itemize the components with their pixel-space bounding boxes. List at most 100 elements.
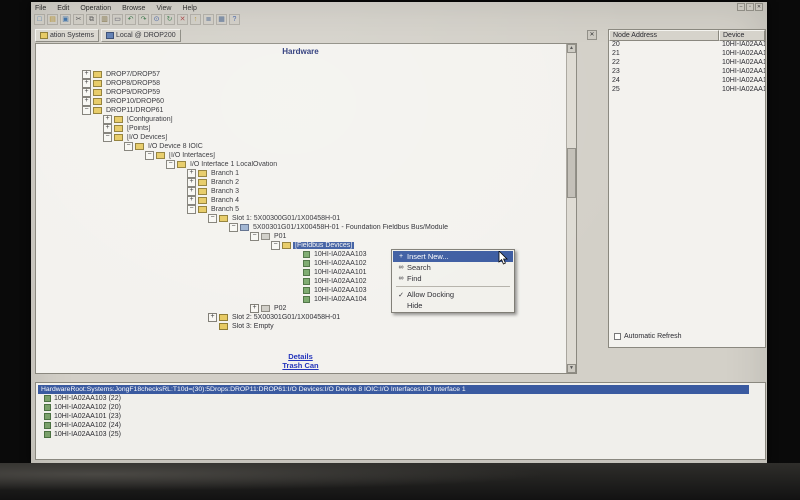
- tab-systems[interactable]: ation Systems: [35, 29, 99, 42]
- expand-toggle-icon[interactable]: −: [124, 142, 133, 151]
- table-row[interactable]: 2210HI-IA02AA103: [609, 59, 765, 68]
- column-header-device[interactable]: Device: [719, 30, 765, 41]
- list-item[interactable]: 10HI-IA02AA103 (22): [38, 394, 763, 403]
- trash-can-link[interactable]: Trash Can: [36, 361, 565, 370]
- copy-icon[interactable]: ⧉: [86, 14, 97, 25]
- expand-toggle-icon[interactable]: +: [187, 196, 196, 205]
- new-icon[interactable]: □: [34, 14, 45, 25]
- tree-item[interactable]: +[Configuration]: [36, 115, 565, 124]
- tree-item[interactable]: +DROP8/DROP58: [36, 79, 565, 88]
- menu-edit[interactable]: Edit: [56, 5, 70, 12]
- tree-view-icon[interactable]: ≣: [203, 14, 214, 25]
- tree-item[interactable]: Slot 3: Empty: [36, 322, 565, 331]
- table-row[interactable]: 2510HI-IA02AA103: [609, 86, 765, 95]
- list-item[interactable]: 10HI-IA02AA102 (20): [38, 403, 763, 412]
- tree-item[interactable]: +Slot 2: 5X00301G01/1X00458H-01: [36, 313, 565, 322]
- context-menu-item-allow-docking[interactable]: ✓Allow Docking: [393, 289, 513, 300]
- undo-icon[interactable]: ↶: [125, 14, 136, 25]
- print-icon[interactable]: ▭: [112, 14, 123, 25]
- open-icon[interactable]: ▤: [47, 14, 58, 25]
- tree-item[interactable]: +Branch 2: [36, 178, 565, 187]
- maximize-button[interactable]: ▫: [746, 3, 754, 11]
- expand-toggle-icon[interactable]: −: [250, 232, 259, 241]
- tree-item[interactable]: +Branch 1: [36, 169, 565, 178]
- refresh-icon[interactable]: ↻: [164, 14, 175, 25]
- expand-toggle-icon[interactable]: +: [103, 124, 112, 133]
- table-row[interactable]: 2410HI-IA02AA102: [609, 77, 765, 86]
- expand-toggle-icon[interactable]: −: [271, 241, 280, 250]
- expand-toggle-icon[interactable]: +: [208, 313, 217, 322]
- tree-item[interactable]: −Branch 5: [36, 205, 565, 214]
- redo-icon[interactable]: ↷: [138, 14, 149, 25]
- close-button[interactable]: ✕: [755, 3, 763, 11]
- up-level-icon[interactable]: ↑: [190, 14, 201, 25]
- menu-file[interactable]: File: [34, 5, 47, 12]
- tree-item[interactable]: + DROP9/DROP59: [36, 88, 565, 97]
- tree-footer-links: Details Trash Can: [36, 352, 565, 370]
- expand-toggle-icon[interactable]: +: [82, 70, 91, 79]
- context-menu-item-hide[interactable]: Hide: [393, 300, 513, 311]
- tab-local-drop[interactable]: Local @ DROP200: [101, 29, 181, 42]
- panel-close-icon[interactable]: ✕: [587, 30, 597, 40]
- table-row[interactable]: 2110HI-IA02AA101: [609, 50, 765, 59]
- context-menu-item-search[interactable]: ∞Search: [393, 262, 513, 273]
- expand-toggle-icon[interactable]: −: [103, 133, 112, 142]
- tree-item[interactable]: −[I/O Interfaces]: [36, 151, 565, 160]
- scroll-down-icon[interactable]: ▼: [567, 364, 576, 373]
- delete-icon[interactable]: ✕: [177, 14, 188, 25]
- scroll-up-icon[interactable]: ▲: [567, 44, 576, 53]
- expand-toggle-icon[interactable]: +: [103, 115, 112, 124]
- expand-toggle-icon[interactable]: −: [145, 151, 154, 160]
- tree-item[interactable]: −Slot 1: 5X00300G01/1X00458H-01: [36, 214, 565, 223]
- expand-toggle-icon[interactable]: +: [82, 79, 91, 88]
- tree-item[interactable]: +[Points]: [36, 124, 565, 133]
- selected-path-row[interactable]: HardwareRoot:Systems:JongF18checksRL:T10…: [38, 385, 749, 394]
- context-menu-item-find[interactable]: ∞Find: [393, 273, 513, 284]
- expand-toggle-icon[interactable]: −: [229, 223, 238, 232]
- expand-toggle-icon[interactable]: −: [208, 214, 217, 223]
- list-item[interactable]: 10HI-IA02AA101 (23): [38, 412, 763, 421]
- list-item[interactable]: 10HI-IA02AA102 (24): [38, 421, 763, 430]
- expand-toggle-icon[interactable]: +: [82, 88, 91, 97]
- tree-item[interactable]: −5X00301G01/1X00458H-01 - Foundation Fie…: [36, 223, 565, 232]
- expand-toggle-icon[interactable]: −: [166, 160, 175, 169]
- table-row[interactable]: 2310HI-IA02AA101: [609, 68, 765, 77]
- expand-toggle-icon[interactable]: +: [187, 169, 196, 178]
- help-icon[interactable]: ?: [229, 14, 240, 25]
- expand-toggle-icon[interactable]: +: [250, 304, 259, 313]
- details-link[interactable]: Details: [36, 352, 565, 361]
- expand-toggle-icon[interactable]: +: [82, 97, 91, 106]
- expand-toggle-icon[interactable]: −: [82, 106, 91, 115]
- tree-item[interactable]: +Branch 3: [36, 187, 565, 196]
- menu-help[interactable]: Help: [181, 5, 197, 12]
- tree-item[interactable]: −I/O Device 8 IOIC: [36, 142, 565, 151]
- list-item[interactable]: 10HI-IA02AA103 (25): [38, 430, 763, 439]
- tree-scrollbar[interactable]: ▲ ▼: [566, 44, 576, 373]
- column-header-node-address[interactable]: Node Address: [609, 30, 719, 41]
- context-menu-item-insert-new[interactable]: +Insert New...: [393, 251, 513, 262]
- tree-item[interactable]: −[I/O Devices]: [36, 133, 565, 142]
- menu-view[interactable]: View: [155, 5, 172, 12]
- toolbar: □▤▣✂⧉▥▭↶↷⊙↻✕↑≣▦?: [34, 13, 240, 26]
- minimize-button[interactable]: –: [737, 3, 745, 11]
- tree-item-label: DROP9/DROP59: [104, 89, 162, 96]
- menu-operation[interactable]: Operation: [79, 5, 112, 12]
- paste-icon[interactable]: ▥: [99, 14, 110, 25]
- expand-toggle-icon[interactable]: −: [187, 205, 196, 214]
- cut-icon[interactable]: ✂: [73, 14, 84, 25]
- tree-item[interactable]: +DROP7/DROP57: [36, 70, 565, 79]
- expand-toggle-icon[interactable]: +: [187, 178, 196, 187]
- tree-item[interactable]: −I/O Interface 1 LocalOvation: [36, 160, 565, 169]
- grid-view-icon[interactable]: ▦: [216, 14, 227, 25]
- tree-item[interactable]: −DROP11/DROP61: [36, 106, 565, 115]
- search-icon[interactable]: ⊙: [151, 14, 162, 25]
- auto-refresh-checkbox[interactable]: [614, 333, 621, 340]
- save-icon[interactable]: ▣: [60, 14, 71, 25]
- tree-item[interactable]: +DROP10/DROP60: [36, 97, 565, 106]
- table-row[interactable]: 2010HI-IA02AA102: [609, 41, 765, 50]
- tree-item[interactable]: +Branch 4: [36, 196, 565, 205]
- scrollbar-thumb[interactable]: [567, 148, 576, 198]
- tree-item[interactable]: −P01: [36, 232, 565, 241]
- menu-browse[interactable]: Browse: [121, 5, 146, 12]
- expand-toggle-icon[interactable]: +: [187, 187, 196, 196]
